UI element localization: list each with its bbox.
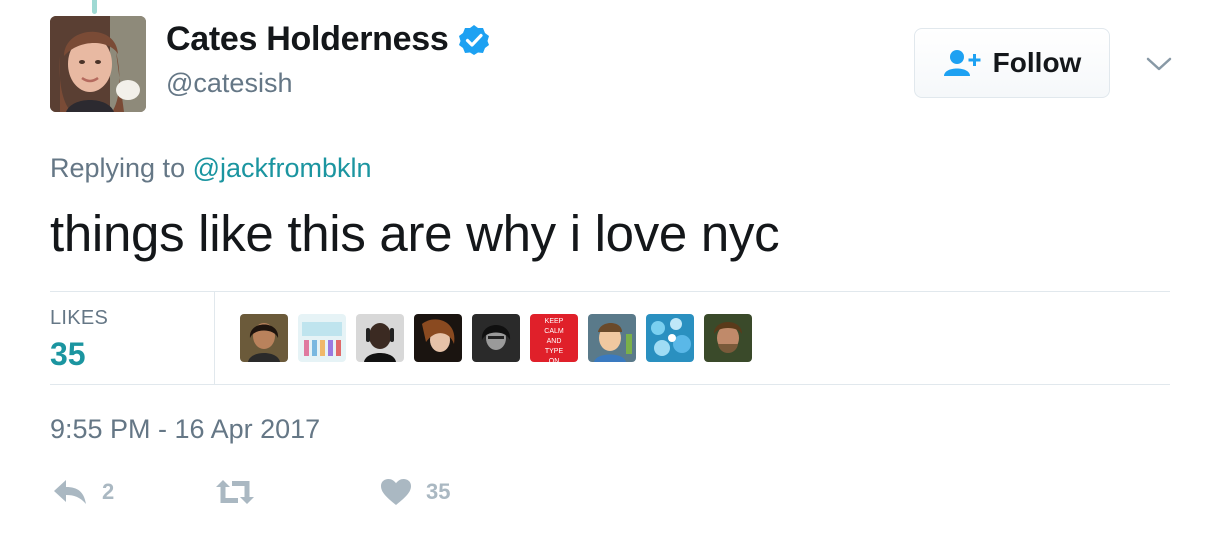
liker-avatar-4[interactable] — [414, 314, 462, 362]
stats-top-divider — [50, 291, 1170, 292]
svg-text:KEEP: KEEP — [545, 318, 564, 325]
replying-to-context: Replying to @jackfrombkln — [50, 153, 372, 184]
follow-button-label: Follow — [992, 47, 1082, 78]
liker-avatar-2[interactable] — [298, 314, 346, 362]
liker-avatar-5[interactable] — [472, 314, 520, 362]
author-display-name[interactable]: Cates Holderness — [166, 20, 449, 59]
author-handle[interactable]: @catesish — [166, 68, 292, 99]
tweet-timestamp[interactable]: 9:55 PM - 16 Apr 2017 — [50, 414, 320, 445]
liker-avatar-9[interactable] — [704, 314, 752, 362]
like-count: 35 — [426, 479, 451, 504]
liker-avatar-1[interactable] — [240, 314, 288, 362]
tweet-text: things like this are why i love nyc — [50, 205, 780, 262]
follow-button[interactable]: Follow — [914, 28, 1110, 98]
reply-count: 2 — [102, 479, 115, 504]
author-name-row: Cates Holderness — [166, 20, 490, 59]
like-action[interactable]: 35 — [380, 478, 450, 506]
add-user-icon — [943, 50, 981, 76]
svg-text:CALM: CALM — [544, 328, 564, 335]
reply-mention-link[interactable]: @jackfrombkln — [193, 153, 372, 183]
likes-label: LIKES — [50, 307, 109, 329]
user-avatar-icon — [50, 16, 146, 112]
liker-avatar-8[interactable] — [646, 314, 694, 362]
reply-action[interactable]: 2 — [52, 478, 114, 506]
heart-icon — [381, 479, 411, 505]
retweet-icon — [216, 480, 254, 504]
liker-avatar-6[interactable]: KEEP CALM AND TYPE ON — [530, 314, 578, 362]
liker-avatar-3[interactable] — [356, 314, 404, 362]
author-avatar[interactable] — [50, 16, 146, 112]
replying-to-label: Replying to — [50, 153, 186, 183]
thread-connector-line — [92, 0, 97, 14]
likes-count[interactable]: 35 — [50, 336, 86, 373]
stats-vertical-divider — [214, 292, 215, 384]
svg-text:AND: AND — [547, 338, 562, 345]
reply-icon — [54, 480, 86, 504]
liker-avatars: KEEP CALM AND TYPE ON — [240, 314, 752, 362]
chevron-down-icon[interactable] — [1144, 54, 1174, 74]
stats-bottom-divider — [50, 384, 1170, 385]
retweet-action[interactable] — [214, 478, 270, 506]
svg-text:TYPE: TYPE — [545, 348, 564, 355]
svg-text:ON: ON — [549, 358, 560, 362]
verified-badge-icon — [459, 24, 490, 55]
liker-avatar-7[interactable] — [588, 314, 636, 362]
